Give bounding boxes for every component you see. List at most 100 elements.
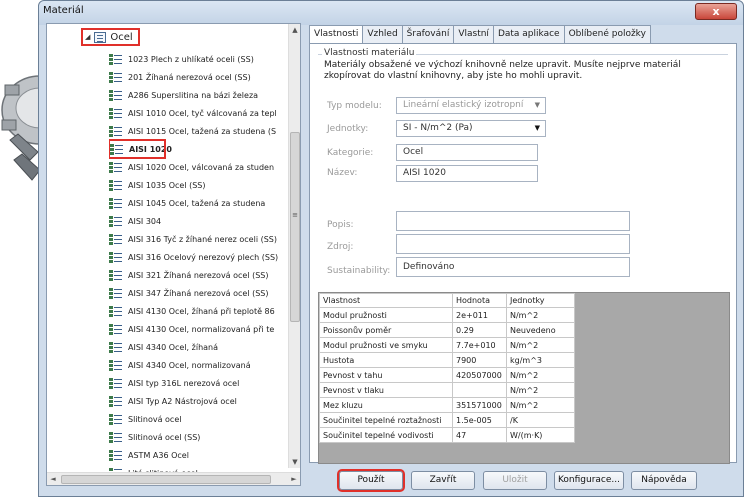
- table-row[interactable]: Pevnost v tahu 420507000 N/m^2: [319, 367, 575, 383]
- material-icon: [109, 179, 122, 192]
- source-field[interactable]: [396, 234, 630, 254]
- hscrollbar-thumb[interactable]: [61, 475, 271, 484]
- tree-item[interactable]: AISI 304: [109, 212, 289, 230]
- tree-item[interactable]: AISI 4340 Ocel, žíhaná: [109, 338, 289, 356]
- tree-horizontal-scrollbar[interactable]: ◄ ►: [47, 472, 300, 485]
- material-icon: [109, 161, 122, 174]
- material-tree[interactable]: ◢ Ocel 1023 Plech z uhlíkaté oceli (SS) 2…: [46, 23, 301, 486]
- column-header-units[interactable]: Jednotky: [506, 293, 575, 308]
- scroll-up-icon[interactable]: ▲: [289, 24, 301, 36]
- description-label: Popis:: [327, 220, 354, 230]
- tree-item-label: AISI 4130 Ocel, žíhaná při teplotě 86: [128, 306, 275, 316]
- column-header-property[interactable]: Vlastnost: [319, 293, 453, 308]
- property-value-cell: 351571000: [452, 397, 507, 413]
- material-list: 1023 Plech z uhlíkaté oceli (SS) 201 Žíha…: [109, 50, 289, 482]
- tree-folder-ocel[interactable]: ◢ Ocel: [81, 28, 140, 46]
- tab-srafovani[interactable]: Šrafování: [401, 25, 455, 43]
- table-row[interactable]: Součinitel tepelné vodivosti 47 W/(m·K): [319, 427, 575, 443]
- tree-item-label: AISI 321 Žíhaná nerezová ocel (SS): [128, 270, 269, 280]
- tree-item-label: AISI Typ A2 Nástrojová ocel: [128, 396, 237, 406]
- table-row[interactable]: Hustota 7900 kg/m^3: [319, 352, 575, 368]
- property-units-cell: Neuvedeno: [506, 322, 575, 338]
- property-units-cell: /K: [506, 412, 575, 428]
- material-icon: [109, 89, 122, 102]
- tree-item[interactable]: AISI 1045 Ocel, tažená za studena: [109, 194, 289, 212]
- info-text: Materiály obsažené ve výchozí knihovně n…: [324, 60, 681, 81]
- tree-item[interactable]: Slitinová ocel: [109, 410, 289, 428]
- category-field[interactable]: Ocel: [396, 144, 538, 161]
- tab-oblibene-polozky[interactable]: Oblíbené položky: [563, 25, 651, 43]
- tree-item[interactable]: AISI 4130 Ocel, žíhaná při teplotě 86: [109, 302, 289, 320]
- scroll-right-icon[interactable]: ►: [288, 473, 300, 486]
- tree-item[interactable]: AISI 1020: [109, 139, 172, 159]
- units-select[interactable]: SI - N/m^2 (Pa) ▼: [396, 120, 546, 137]
- material-icon: [109, 413, 122, 426]
- tree-item[interactable]: Slitinová ocel (SS): [109, 428, 289, 446]
- tree-item[interactable]: AISI 1010 Ocel, tyč válcovaná za tepl: [109, 104, 289, 122]
- tree-item[interactable]: AISI 316 Ocelový nerezový plech (SS): [109, 248, 289, 266]
- tree-item[interactable]: AISI 316 Tyč z žíhané nerez oceli (SS): [109, 230, 289, 248]
- property-value-cell: 420507000: [452, 367, 507, 383]
- scroll-left-icon[interactable]: ◄: [47, 473, 59, 486]
- table-row[interactable]: Mez kluzu 351571000 N/m^2: [319, 397, 575, 413]
- material-icon: [109, 251, 122, 264]
- tree-item[interactable]: AISI Typ A2 Nástrojová ocel: [109, 392, 289, 410]
- property-units-cell: N/m^2: [506, 307, 575, 323]
- column-header-value[interactable]: Hodnota: [452, 293, 507, 308]
- material-icon: [109, 287, 122, 300]
- table-row[interactable]: Modul pružnosti ve smyku 7.7e+010 N/m^2: [319, 337, 575, 353]
- property-units-cell: N/m^2: [506, 382, 575, 398]
- save-button[interactable]: Uložit: [483, 471, 547, 490]
- tab-vzhled[interactable]: Vzhled: [362, 25, 403, 43]
- tree-item-label: AISI 1010 Ocel, tyč válcovaná za tepl: [128, 108, 277, 118]
- close-button[interactable]: Zavřít: [411, 471, 475, 490]
- property-units-cell: W/(m·K): [506, 427, 575, 443]
- apply-button[interactable]: Použít: [337, 469, 405, 492]
- sustainability-field[interactable]: Definováno: [396, 257, 630, 277]
- properties-panel: Vlastnosti materiálu Materiály obsažené …: [309, 43, 737, 464]
- tree-vertical-scrollbar[interactable]: ▲ ≡ ▼: [288, 24, 300, 468]
- tree-item[interactable]: AISI typ 316L nerezová ocel: [109, 374, 289, 392]
- name-field[interactable]: AISI 1020: [396, 165, 538, 182]
- tree-item[interactable]: AISI 321 Žíhaná nerezová ocel (SS): [109, 266, 289, 284]
- scrollbar-thumb[interactable]: [290, 132, 300, 322]
- close-window-button[interactable]: x: [695, 3, 737, 20]
- table-row[interactable]: Poissonův poměr 0.29 Neuvedeno: [319, 322, 575, 338]
- table-row[interactable]: Součinitel tepelné roztažnosti 1.5e-005/K: [319, 412, 575, 428]
- tab-vlastni[interactable]: Vlastní: [453, 25, 494, 43]
- tree-item[interactable]: AISI 4130 Ocel, normalizovaná při te: [109, 320, 289, 338]
- tree-item[interactable]: ASTM A36 Ocel: [109, 446, 289, 464]
- table-row[interactable]: Modul pružnosti 2e+011 N/m^2: [319, 307, 575, 323]
- model-type-select[interactable]: Lineární elastický izotropní ▼: [396, 97, 546, 114]
- help-button[interactable]: Nápověda: [631, 471, 697, 490]
- tree-item-label: AISI 4130 Ocel, normalizovaná při te: [128, 324, 275, 334]
- chevron-down-icon: ▼: [534, 101, 540, 109]
- tree-item[interactable]: 1023 Plech z uhlíkaté oceli (SS): [109, 50, 289, 68]
- name-label: Název:: [327, 168, 358, 178]
- tree-item-label: AISI 1020 Ocel, válcovaná za studen: [128, 162, 275, 172]
- table-row[interactable]: Pevnost v tlaku N/m^2: [319, 382, 575, 398]
- tab-vlastnosti[interactable]: Vlastnosti: [309, 25, 364, 44]
- material-icon: [109, 341, 122, 354]
- collapse-triangle-icon[interactable]: ◢: [85, 33, 90, 41]
- tree-item[interactable]: A286 Superslitina na bázi železa: [109, 86, 289, 104]
- tree-item-label: AISI typ 316L nerezová ocel: [128, 378, 240, 388]
- property-name-cell: Mez kluzu: [319, 397, 453, 413]
- tree-item-label: Slitinová ocel (SS): [128, 432, 201, 442]
- property-units-cell: N/m^2: [506, 397, 575, 413]
- tree-item[interactable]: 201 Žíhaná nerezová ocel (SS): [109, 68, 289, 86]
- tree-item[interactable]: AISI 1015 Ocel, tažená za studena (S: [109, 122, 289, 140]
- material-icon: [110, 143, 123, 156]
- tree-item[interactable]: AISI 1035 Ocel (SS): [109, 176, 289, 194]
- units-label: Jednotky:: [327, 124, 369, 134]
- configuration-button[interactable]: Konfigurace...: [554, 471, 624, 490]
- property-value-cell: 1.5e-005: [452, 412, 507, 428]
- tab-data-aplikace[interactable]: Data aplikace: [492, 25, 565, 43]
- property-value-cell: 2e+011: [452, 307, 507, 323]
- tree-item[interactable]: AISI 347 Žíhaná nerezová ocel (SS): [109, 284, 289, 302]
- description-field[interactable]: [396, 211, 630, 231]
- tree-item-label: AISI 1020: [129, 144, 172, 154]
- tree-item[interactable]: AISI 1020 Ocel, válcovaná za studen: [109, 158, 289, 176]
- scroll-down-icon[interactable]: ▼: [289, 456, 301, 468]
- tree-item[interactable]: AISI 4340 Ocel, normalizovaná: [109, 356, 289, 374]
